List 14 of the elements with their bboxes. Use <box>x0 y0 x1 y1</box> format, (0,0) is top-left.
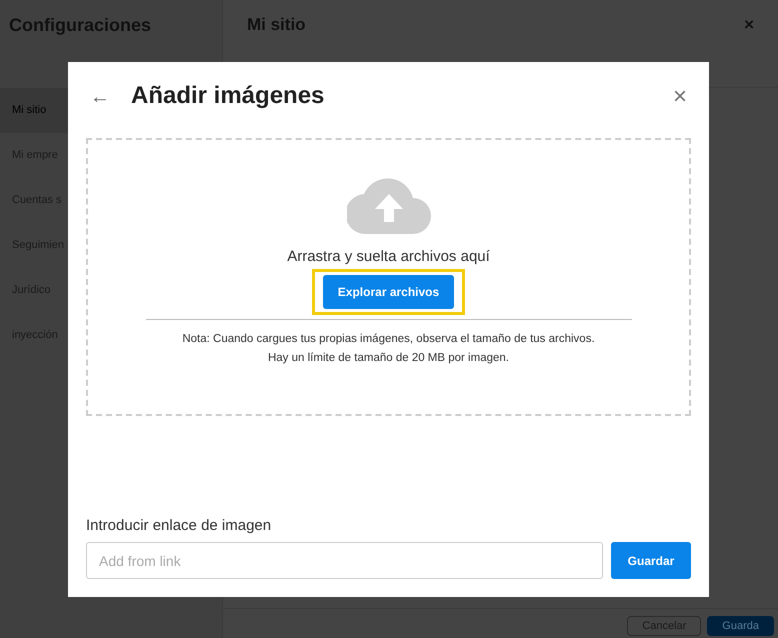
dropzone[interactable]: Arrastra y suelta archivos aquí Explorar archivos Nota: Cuando cargues tus propias imágenes, observa el tamaño de tus archivos. Hay un límite de tamaño de 20 MB por imagen. <box>86 138 691 416</box>
close-button[interactable]: × <box>744 12 754 38</box>
save-button[interactable]: Guarda <box>707 616 774 636</box>
save-button[interactable]: Guardar <box>611 542 691 579</box>
close-button[interactable]: × <box>668 84 691 108</box>
dialog-title: Añadir imágenes <box>131 82 326 111</box>
link-input-field[interactable]: Add from link <box>86 542 603 579</box>
note-text: Nota: Cuando cargues tus propias imágenes, observa el tamaño de tus archivos. <box>182 332 595 346</box>
browse-files-button[interactable]: Explorar archivos <box>322 274 454 308</box>
field-label: Introducir enlace de imagen <box>86 516 272 536</box>
drop-instructions: Arrastra y suelta archivos aquí <box>287 247 490 267</box>
cloud-upload-icon <box>346 176 430 234</box>
note-text: Hay un límite de tamaño de 20 MB por imagen. <box>266 350 510 366</box>
back-button[interactable]: ← <box>86 86 131 106</box>
